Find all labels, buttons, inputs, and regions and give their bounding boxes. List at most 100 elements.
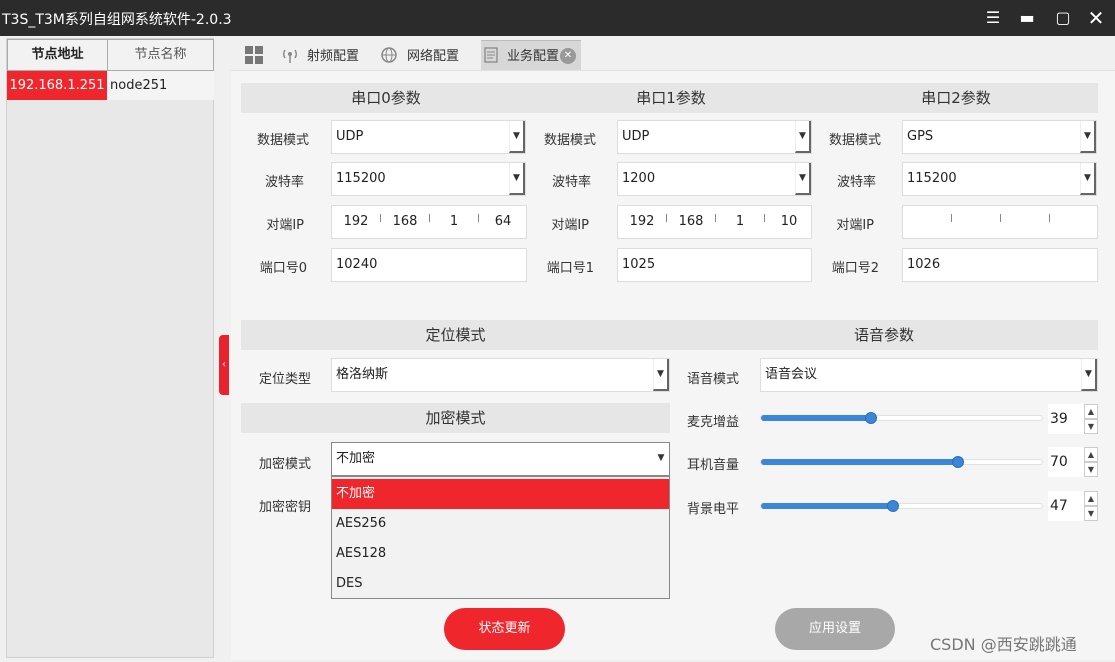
ip-octet[interactable] — [952, 206, 1000, 238]
slider-knob[interactable] — [887, 500, 900, 512]
mic-gain-slider[interactable] — [760, 412, 1043, 424]
serial0-baud-value: 115200 — [336, 171, 386, 186]
antenna-icon — [283, 49, 297, 63]
node-table: 节点地址 节点名称 192.168.1.251 node251 — [6, 38, 214, 658]
serial0-mode-label: 数据模式 — [256, 133, 309, 148]
serial1-mode-value: UDP — [622, 129, 650, 144]
header-node-name[interactable]: 节点名称 — [107, 39, 214, 71]
chevron-down-icon: ▼ — [509, 121, 525, 153]
serial2-ip-label: 对端IP — [836, 218, 874, 233]
serial1-port-input[interactable]: 1025 — [617, 248, 812, 282]
earphone-volume-fill — [761, 459, 958, 465]
dropdown-option[interactable]: AES256 — [332, 509, 669, 539]
tab-service-config-label: 业务配置 — [507, 49, 560, 64]
window-title: T3S_T3M系列自组网系统软件-2.0.3 — [2, 12, 232, 28]
maximize-icon[interactable]: ▢ — [1050, 6, 1076, 30]
ip-octet[interactable]: 168 — [667, 206, 715, 238]
slider-knob[interactable] — [864, 412, 877, 424]
voice-title: 语音参数 — [670, 320, 1098, 350]
tab-home[interactable] — [245, 40, 267, 70]
positioning-type-select[interactable]: 格洛纳斯 ▼ — [331, 358, 670, 392]
earphone-volume-slider[interactable] — [760, 456, 1043, 468]
tab-network-config-label: 网络配置 — [407, 49, 460, 64]
ip-octet[interactable]: 192 — [332, 206, 380, 238]
dropdown-option[interactable]: DES — [332, 569, 669, 599]
spin-down-icon[interactable]: ▼ — [1084, 506, 1098, 521]
spin-up-icon[interactable]: ▲ — [1084, 491, 1098, 506]
serial1-mode-select[interactable]: UDP ▼ — [617, 120, 812, 154]
serial0-ip-input[interactable]: 192 168 1 64 — [331, 205, 527, 239]
apply-settings-button[interactable]: 应用设置 — [775, 608, 895, 650]
earphone-volume-spinbox[interactable]: 70 ▲ ▼ — [1048, 447, 1098, 477]
ip-octet[interactable] — [1050, 206, 1098, 238]
chevron-down-icon: ▼ — [509, 163, 525, 195]
serial0-port-input[interactable]: 10240 — [331, 248, 527, 282]
encryption-mode-label: 加密模式 — [258, 457, 311, 472]
mic-gain-spinbox[interactable]: 39 ▲ ▼ — [1048, 404, 1098, 434]
serial2-mode-value: GPS — [907, 129, 934, 144]
background-level-value: 47 — [1050, 498, 1068, 514]
ip-octet[interactable] — [903, 206, 951, 238]
service-config-panel: 串口0参数 串口1参数 串口2参数 数据模式 UDP ▼ 波特率 115200 … — [231, 70, 1115, 660]
ip-octet[interactable]: 1 — [430, 206, 478, 238]
status-update-button[interactable]: 状态更新 — [444, 608, 565, 650]
node-name-cell[interactable]: node251 — [107, 71, 214, 100]
chevron-down-icon: ▼ — [1080, 121, 1096, 153]
ip-octet[interactable]: 64 — [479, 206, 527, 238]
node-address-cell[interactable]: 192.168.1.251 — [7, 71, 107, 100]
slider-knob[interactable] — [951, 456, 964, 468]
tab-service-config[interactable]: 业务配置 ✕ — [481, 40, 581, 70]
serial0-mode-select[interactable]: UDP ▼ — [331, 120, 526, 154]
serial0-port-label: 端口号0 — [259, 261, 307, 276]
mic-gain-value: 39 — [1050, 411, 1068, 427]
chevron-down-icon: ▼ — [653, 359, 669, 391]
serial2-mode-select[interactable]: GPS ▼ — [902, 120, 1097, 154]
tab-bar: 射频配置 网络配置 业务配置 ✕ — [231, 38, 1115, 70]
background-level-spinbox[interactable]: 47 ▲ ▼ — [1048, 491, 1098, 521]
serial1-baud-select[interactable]: 1200 ▼ — [617, 162, 812, 196]
close-icon[interactable]: ✕ — [1083, 6, 1109, 30]
encryption-key-label: 加密密钥 — [258, 500, 311, 515]
voice-mode-select[interactable]: 语音会议 ▼ — [760, 358, 1098, 392]
menu-icon[interactable]: ☰ — [980, 6, 1006, 30]
ip-octet[interactable]: 192 — [618, 206, 666, 238]
chevron-down-icon: ▼ — [795, 121, 811, 153]
spin-up-icon[interactable]: ▲ — [1084, 404, 1098, 419]
ip-octet[interactable] — [1001, 206, 1049, 238]
encryption-mode-select[interactable]: 不加密 ▼ — [331, 442, 670, 476]
spin-down-icon[interactable]: ▼ — [1084, 462, 1098, 477]
serial2-ip-input[interactable] — [902, 205, 1098, 239]
title-bar: T3S_T3M系列自组网系统软件-2.0.3 ☰ ▬ ▢ ✕ — [0, 0, 1115, 36]
dropdown-option[interactable]: 不加密 — [332, 479, 669, 509]
background-level-label: 背景电平 — [686, 502, 739, 517]
serial0-baud-select[interactable]: 115200 ▼ — [331, 162, 526, 196]
serial0-ip-label: 对端IP — [266, 218, 304, 233]
background-level-slider[interactable] — [760, 500, 1043, 512]
serial1-baud-label: 波特率 — [551, 175, 591, 190]
earphone-volume-value: 70 — [1050, 454, 1068, 470]
tab-network-config[interactable]: 网络配置 — [379, 40, 469, 70]
positioning-title: 定位模式 — [241, 320, 670, 350]
serial2-port-input[interactable]: 1026 — [902, 248, 1098, 282]
spin-down-icon[interactable]: ▼ — [1084, 419, 1098, 434]
serial0-mode-value: UDP — [336, 129, 364, 144]
ip-octet[interactable]: 10 — [765, 206, 813, 238]
serial2-baud-select[interactable]: 115200 ▼ — [902, 162, 1097, 196]
positioning-type-label: 定位类型 — [258, 372, 311, 387]
chevron-down-icon: ▼ — [795, 163, 811, 195]
tab-rf-config-label: 射频配置 — [307, 49, 360, 64]
serial1-ip-input[interactable]: 192 168 1 10 — [617, 205, 812, 239]
tab-rf-config[interactable]: 射频配置 — [279, 40, 363, 70]
close-tab-icon[interactable]: ✕ — [560, 48, 576, 64]
dropdown-option[interactable]: AES128 — [332, 539, 669, 569]
collapse-sidebar-handle[interactable]: ‹ — [219, 335, 229, 395]
serial2-mode-label: 数据模式 — [828, 133, 881, 148]
mic-gain-fill — [761, 415, 871, 421]
ip-octet[interactable]: 168 — [381, 206, 429, 238]
serial1-port-value: 1025 — [622, 257, 656, 272]
ip-octet[interactable]: 1 — [716, 206, 764, 238]
serial2-port-value: 1026 — [907, 257, 941, 272]
minimize-icon[interactable]: ▬ — [1014, 6, 1040, 30]
spin-up-icon[interactable]: ▲ — [1084, 447, 1098, 462]
header-node-address[interactable]: 节点地址 — [7, 39, 108, 71]
